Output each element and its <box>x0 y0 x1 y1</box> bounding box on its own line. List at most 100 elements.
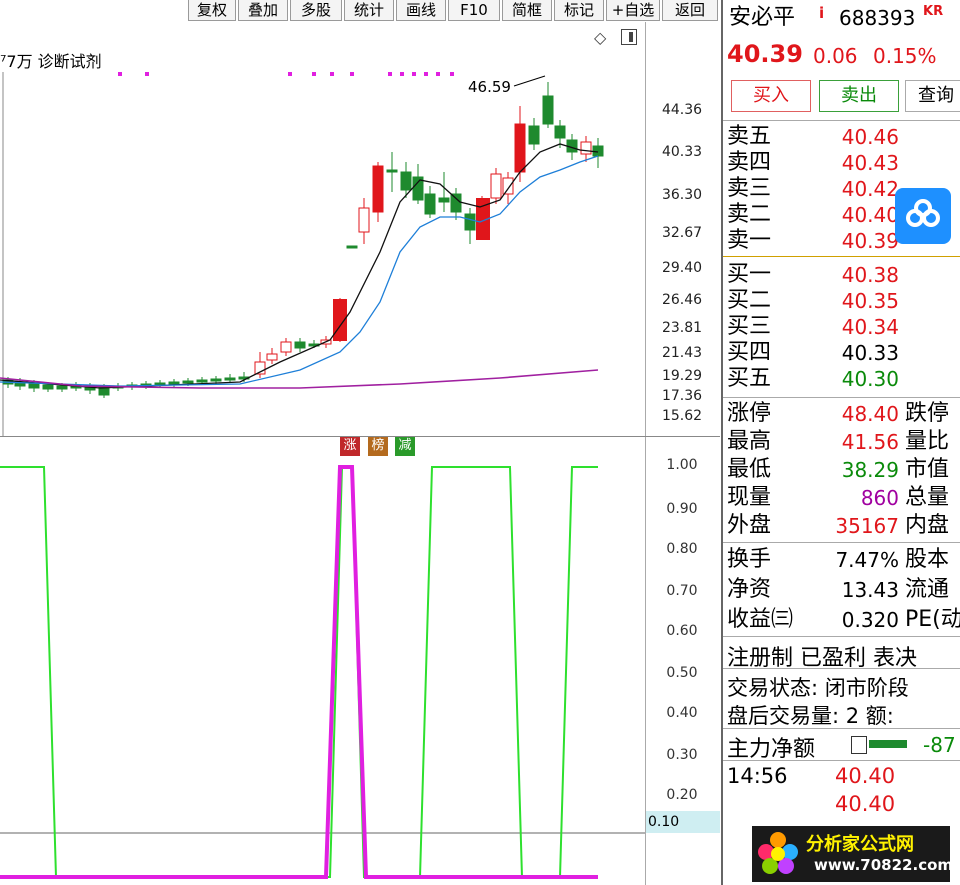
sell-button[interactable]: 卖出 <box>819 80 899 112</box>
bid-price[interactable]: 40.35 <box>833 288 899 314</box>
signal-dot <box>312 72 316 76</box>
buy-button[interactable]: 买入 <box>731 80 811 112</box>
signal-dot <box>330 72 334 76</box>
flower-icon <box>756 830 800 878</box>
candle-body <box>196 379 208 383</box>
last-price: 40.39 <box>727 40 803 68</box>
signal-dot <box>424 72 428 76</box>
toolbar-add-favorite-button[interactable]: +自选 <box>606 0 660 21</box>
candle-body <box>514 123 526 173</box>
price-axis-label: 36.30 <box>661 187 703 203</box>
stat-label-2: 市值 <box>905 457 950 482</box>
bid-price[interactable]: 40.34 <box>833 314 899 340</box>
ask-price[interactable]: 40.42 <box>833 176 899 202</box>
logo-text: 分析家公式网 <box>806 834 914 855</box>
quote-panel: 安必平 i 688393 KR 40.39 0.06 0.15% 买入 卖出 查… <box>721 0 960 885</box>
toolbar-simple-frame-button[interactable]: 简框 <box>502 0 552 21</box>
candle-body <box>438 197 450 203</box>
ask-price[interactable]: 40.46 <box>833 124 899 150</box>
logo-url: www.70822.com <box>814 856 954 874</box>
signal-dot <box>436 72 440 76</box>
panel-divider <box>723 542 960 543</box>
candle-body <box>358 207 370 233</box>
ask-level-label: 卖二 <box>727 202 772 227</box>
candle-body <box>56 385 68 390</box>
candle-body <box>400 171 412 191</box>
kline-chart: 46.59 <box>0 72 604 436</box>
price-axis-label: 44.36 <box>661 102 703 118</box>
indicator-green-line <box>0 466 598 878</box>
toolbar-draw-line-button[interactable]: 画线 <box>396 0 446 21</box>
bid-level-label: 买三 <box>727 314 772 339</box>
toolbar-back-button[interactable]: 返回 <box>662 0 718 21</box>
stock-info-flag[interactable]: i <box>819 4 824 22</box>
price-axis-label: 21.43 <box>661 345 703 361</box>
kline-pane[interactable]: ⁷7万 诊断试剂 ◇ 46.59 涨 榜 减 <box>0 22 646 456</box>
indicator-axis-label: 0.90 <box>666 501 698 517</box>
signal-dot <box>118 72 122 76</box>
stat-label: 现量 <box>727 485 772 510</box>
candle-body <box>28 383 40 389</box>
toolbar-overlay-button[interactable]: 叠加 <box>238 0 288 21</box>
ask-price[interactable]: 40.40 <box>833 202 899 228</box>
stat-label-2: 流通 <box>905 577 950 602</box>
indicator-axis-label: 0.30 <box>666 747 698 763</box>
price-change-pct: 0.15% <box>873 44 937 68</box>
stat-label: 最高 <box>727 429 772 454</box>
after-hours-volume: 盘后交易量: 2 额: <box>727 704 894 728</box>
toolbar-restore-rights-button[interactable]: 复权 <box>188 0 236 21</box>
bid-price[interactable]: 40.38 <box>833 262 899 288</box>
candle-body <box>450 193 462 213</box>
site-logo: 分析家公式网 www.70822.com <box>752 826 954 882</box>
indicator-axis-label: 1.00 <box>666 457 698 473</box>
calculator-icon[interactable] <box>851 736 867 754</box>
signal-dot <box>400 72 404 76</box>
stat-label: 收益㈢ <box>727 607 794 632</box>
bid-price[interactable]: 40.30 <box>833 366 899 392</box>
toolbar-f10-button[interactable]: F10 <box>448 0 500 21</box>
ask-level-label: 卖一 <box>727 228 772 253</box>
stat-value: 38.29 <box>841 458 899 482</box>
indicator-axis-label: 0.80 <box>666 541 698 557</box>
panel-divider <box>723 120 960 121</box>
toolbar-multi-stock-button[interactable]: 多股 <box>290 0 342 21</box>
stat-value: 13.43 <box>841 578 899 602</box>
bid-level-label: 买四 <box>727 340 772 365</box>
toolbar-statistics-button[interactable]: 统计 <box>344 0 394 21</box>
main-flow-value: -87 <box>923 733 956 757</box>
stat-label-2: 量比 <box>905 429 950 454</box>
cloud-share-icon[interactable] <box>895 188 951 244</box>
ask-bid-divider <box>723 256 960 257</box>
toolbar-mark-button[interactable]: 标记 <box>554 0 604 21</box>
candle-body <box>424 193 436 215</box>
panel-divider <box>723 668 960 669</box>
stat-value: 48.40 <box>841 402 899 426</box>
current-indicator-value: 0.10 <box>646 811 720 833</box>
stock-code-suffix: KR <box>923 4 944 19</box>
panel-divider <box>723 728 960 729</box>
signal-dot <box>412 72 416 76</box>
bid-level-label: 买二 <box>727 288 772 313</box>
indicator-chart <box>0 465 645 879</box>
bid-level-label: 买五 <box>727 366 772 391</box>
stock-code: 688393 <box>839 6 916 30</box>
signal-dot <box>288 72 292 76</box>
indicator-pane[interactable] <box>0 437 646 885</box>
tick-price: 40.40 <box>835 792 896 816</box>
stat-value: 41.56 <box>841 430 899 454</box>
candle-body <box>542 95 554 125</box>
trade-status: 交易状态: 闭市阶段 <box>727 676 909 700</box>
query-button[interactable]: 查询 <box>905 80 960 112</box>
candle-body <box>554 125 566 139</box>
bid-price[interactable]: 40.33 <box>833 340 899 366</box>
ask-price[interactable]: 40.43 <box>833 150 899 176</box>
candle-body <box>372 165 384 213</box>
stat-value: 35167 <box>835 514 899 538</box>
stat-value: 860 <box>860 486 899 510</box>
ask-price[interactable]: 40.39 <box>833 228 899 254</box>
price-axis-label: 19.29 <box>661 368 703 384</box>
signal-dot <box>388 72 392 76</box>
stat-label-2: PE(动 <box>905 607 960 632</box>
candle-body <box>490 173 502 199</box>
main-flow-bar <box>869 740 907 748</box>
